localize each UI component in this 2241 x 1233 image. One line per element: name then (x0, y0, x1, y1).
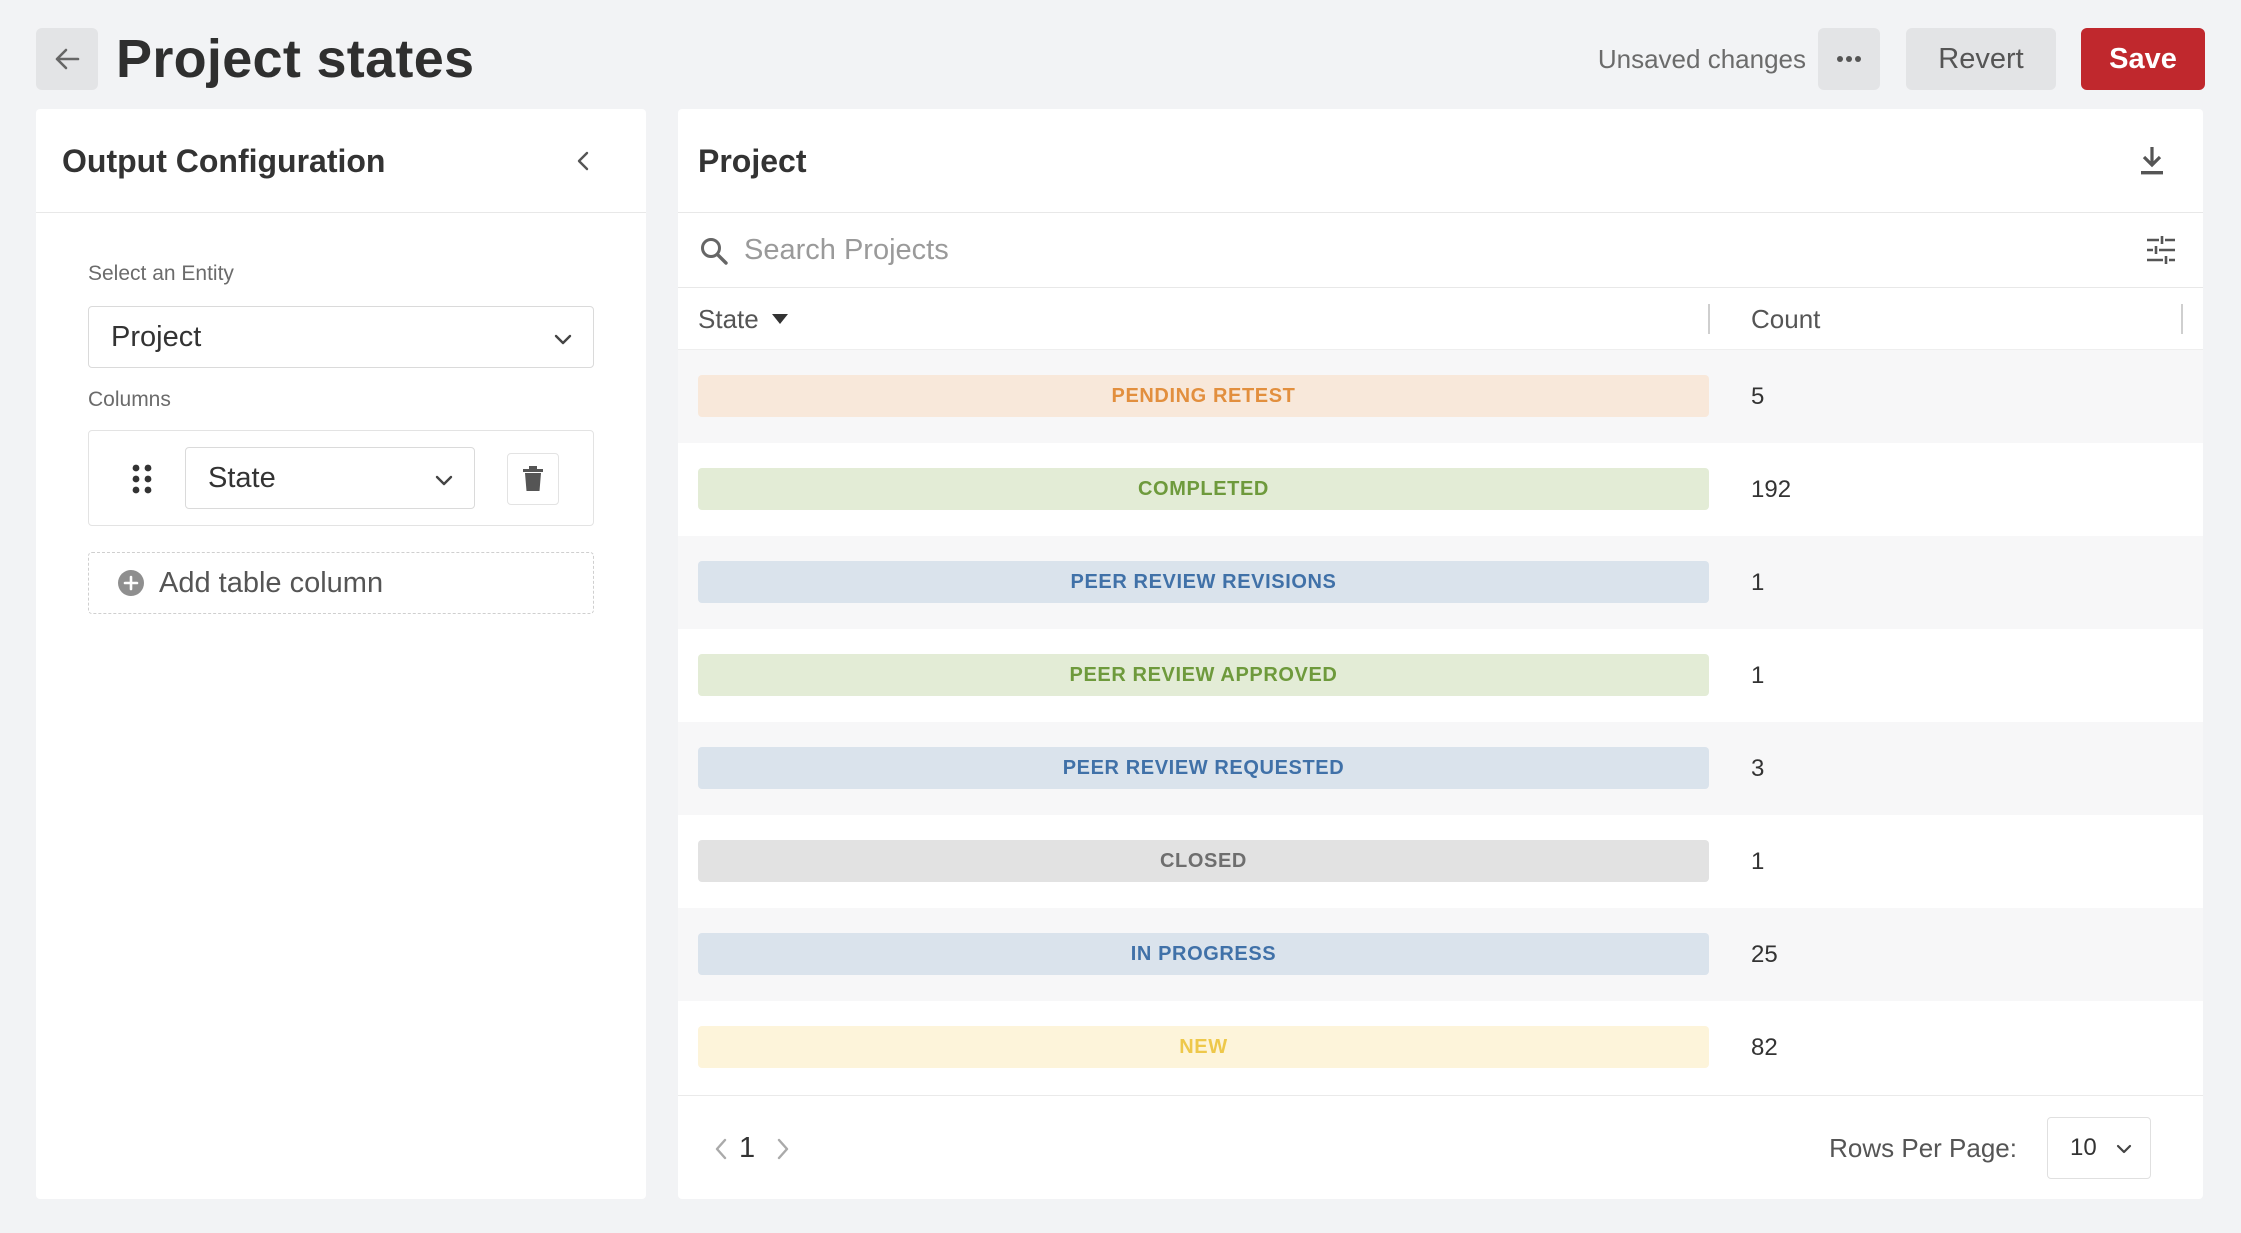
table-row[interactable]: IN PROGRESS 25 (678, 908, 2203, 1001)
search-bar (678, 213, 2203, 288)
count-cell: 3 (1751, 755, 1765, 782)
page-title: Project states (116, 29, 475, 89)
entity-field-label: Select an Entity (88, 262, 234, 285)
caret-down-icon (771, 314, 788, 324)
drag-handle-icon[interactable] (131, 463, 153, 495)
column-resize-handle[interactable] (1708, 304, 1710, 334)
add-table-column-label: Add table column (159, 566, 384, 599)
chevron-down-icon (554, 334, 572, 345)
chevron-down-icon (2116, 1144, 2132, 1154)
state-badge: PEER REVIEW APPROVED (698, 654, 1709, 696)
rows-per-page-value: 10 (2070, 1134, 2097, 1161)
panel-header: Output Configuration (36, 109, 646, 213)
chevron-down-icon (435, 475, 453, 486)
state-badge: PEER REVIEW REVISIONS (698, 561, 1709, 603)
chevron-right-icon[interactable] (774, 1136, 792, 1162)
entity-select[interactable]: Project (88, 306, 594, 368)
project-results-panel: Project State (678, 109, 2203, 1199)
current-page-number[interactable]: 1 (739, 1096, 755, 1200)
count-cell: 82 (1751, 1034, 1778, 1061)
state-badge: IN PROGRESS (698, 933, 1709, 975)
entity-select-value: Project (111, 320, 202, 353)
panel-title: Output Configuration (62, 143, 386, 179)
download-button[interactable] (2137, 145, 2167, 177)
header-actions: Unsaved changes Revert Save (1598, 28, 2205, 90)
state-badge: NEW (698, 1026, 1709, 1068)
pagination-bar: 1 Rows Per Page: 10 (678, 1095, 2203, 1199)
state-badge: CLOSED (698, 840, 1709, 882)
count-cell: 25 (1751, 941, 1778, 968)
arrow-left-icon (55, 48, 80, 70)
save-button[interactable]: Save (2081, 28, 2205, 90)
trash-icon (523, 466, 543, 491)
column-field-value: State (208, 461, 276, 494)
count-cell: 5 (1751, 383, 1765, 410)
results-panel-header: Project (678, 109, 2203, 213)
count-cell: 1 (1751, 662, 1765, 689)
state-badge: PENDING RETEST (698, 375, 1709, 417)
table-row[interactable]: CLOSED 1 (678, 815, 2203, 908)
state-badge: COMPLETED (698, 468, 1709, 510)
filter-button[interactable] (2145, 235, 2177, 265)
count-column-header[interactable]: Count (1751, 288, 1820, 350)
count-cell: 192 (1751, 476, 1792, 503)
table-row[interactable]: COMPLETED 192 (678, 443, 2203, 536)
table-row[interactable]: PEER REVIEW APPROVED 1 (678, 629, 2203, 722)
column-field-select[interactable]: State (185, 447, 475, 509)
state-column-header-label: State (698, 304, 759, 334)
column-config-item: State (88, 430, 594, 526)
table-row[interactable]: PENDING RETEST 5 (678, 350, 2203, 443)
download-icon (2141, 147, 2163, 175)
count-cell: 1 (1751, 569, 1765, 596)
delete-column-button[interactable] (507, 453, 559, 505)
state-badge: PEER REVIEW REQUESTED (698, 747, 1709, 789)
revert-button[interactable]: Revert (1906, 28, 2056, 90)
collapse-panel-button[interactable] (570, 147, 598, 175)
more-horizontal-icon (1837, 56, 1861, 62)
table-header: State Count (678, 288, 2203, 350)
state-column-header[interactable]: State (698, 288, 789, 350)
table-row[interactable]: PEER REVIEW REVISIONS 1 (678, 536, 2203, 629)
filter-sliders-icon (2147, 236, 2175, 264)
table-row[interactable]: PEER REVIEW REQUESTED 3 (678, 722, 2203, 815)
chevron-left-icon (577, 151, 589, 171)
search-input[interactable] (744, 225, 2044, 275)
unsaved-changes-label: Unsaved changes (1597, 43, 1806, 74)
rows-per-page-select[interactable]: 10 (2047, 1117, 2151, 1179)
plus-circle-icon (118, 570, 144, 596)
search-icon (701, 238, 728, 265)
columns-field-label: Columns (88, 388, 171, 411)
column-resize-handle[interactable] (2181, 304, 2183, 334)
table-row[interactable]: NEW 82 (678, 1001, 2203, 1094)
more-options-button[interactable] (1818, 28, 1880, 90)
chevron-left-icon[interactable] (712, 1136, 730, 1162)
table-body: PENDING RETEST 5 COMPLETED 192 PEER REVIEW R… (678, 350, 2203, 1094)
output-configuration-panel: Output Configuration Select an Entity Pr… (36, 109, 646, 1199)
back-button[interactable] (36, 28, 98, 90)
count-cell: 1 (1751, 848, 1765, 875)
results-panel-title: Project (698, 143, 807, 179)
rows-per-page-label: Rows Per Page: (1829, 1133, 2017, 1163)
page-header: Project states Unsaved changes Revert Sa… (36, 28, 2205, 90)
add-table-column-button[interactable]: Add table column (88, 552, 594, 614)
